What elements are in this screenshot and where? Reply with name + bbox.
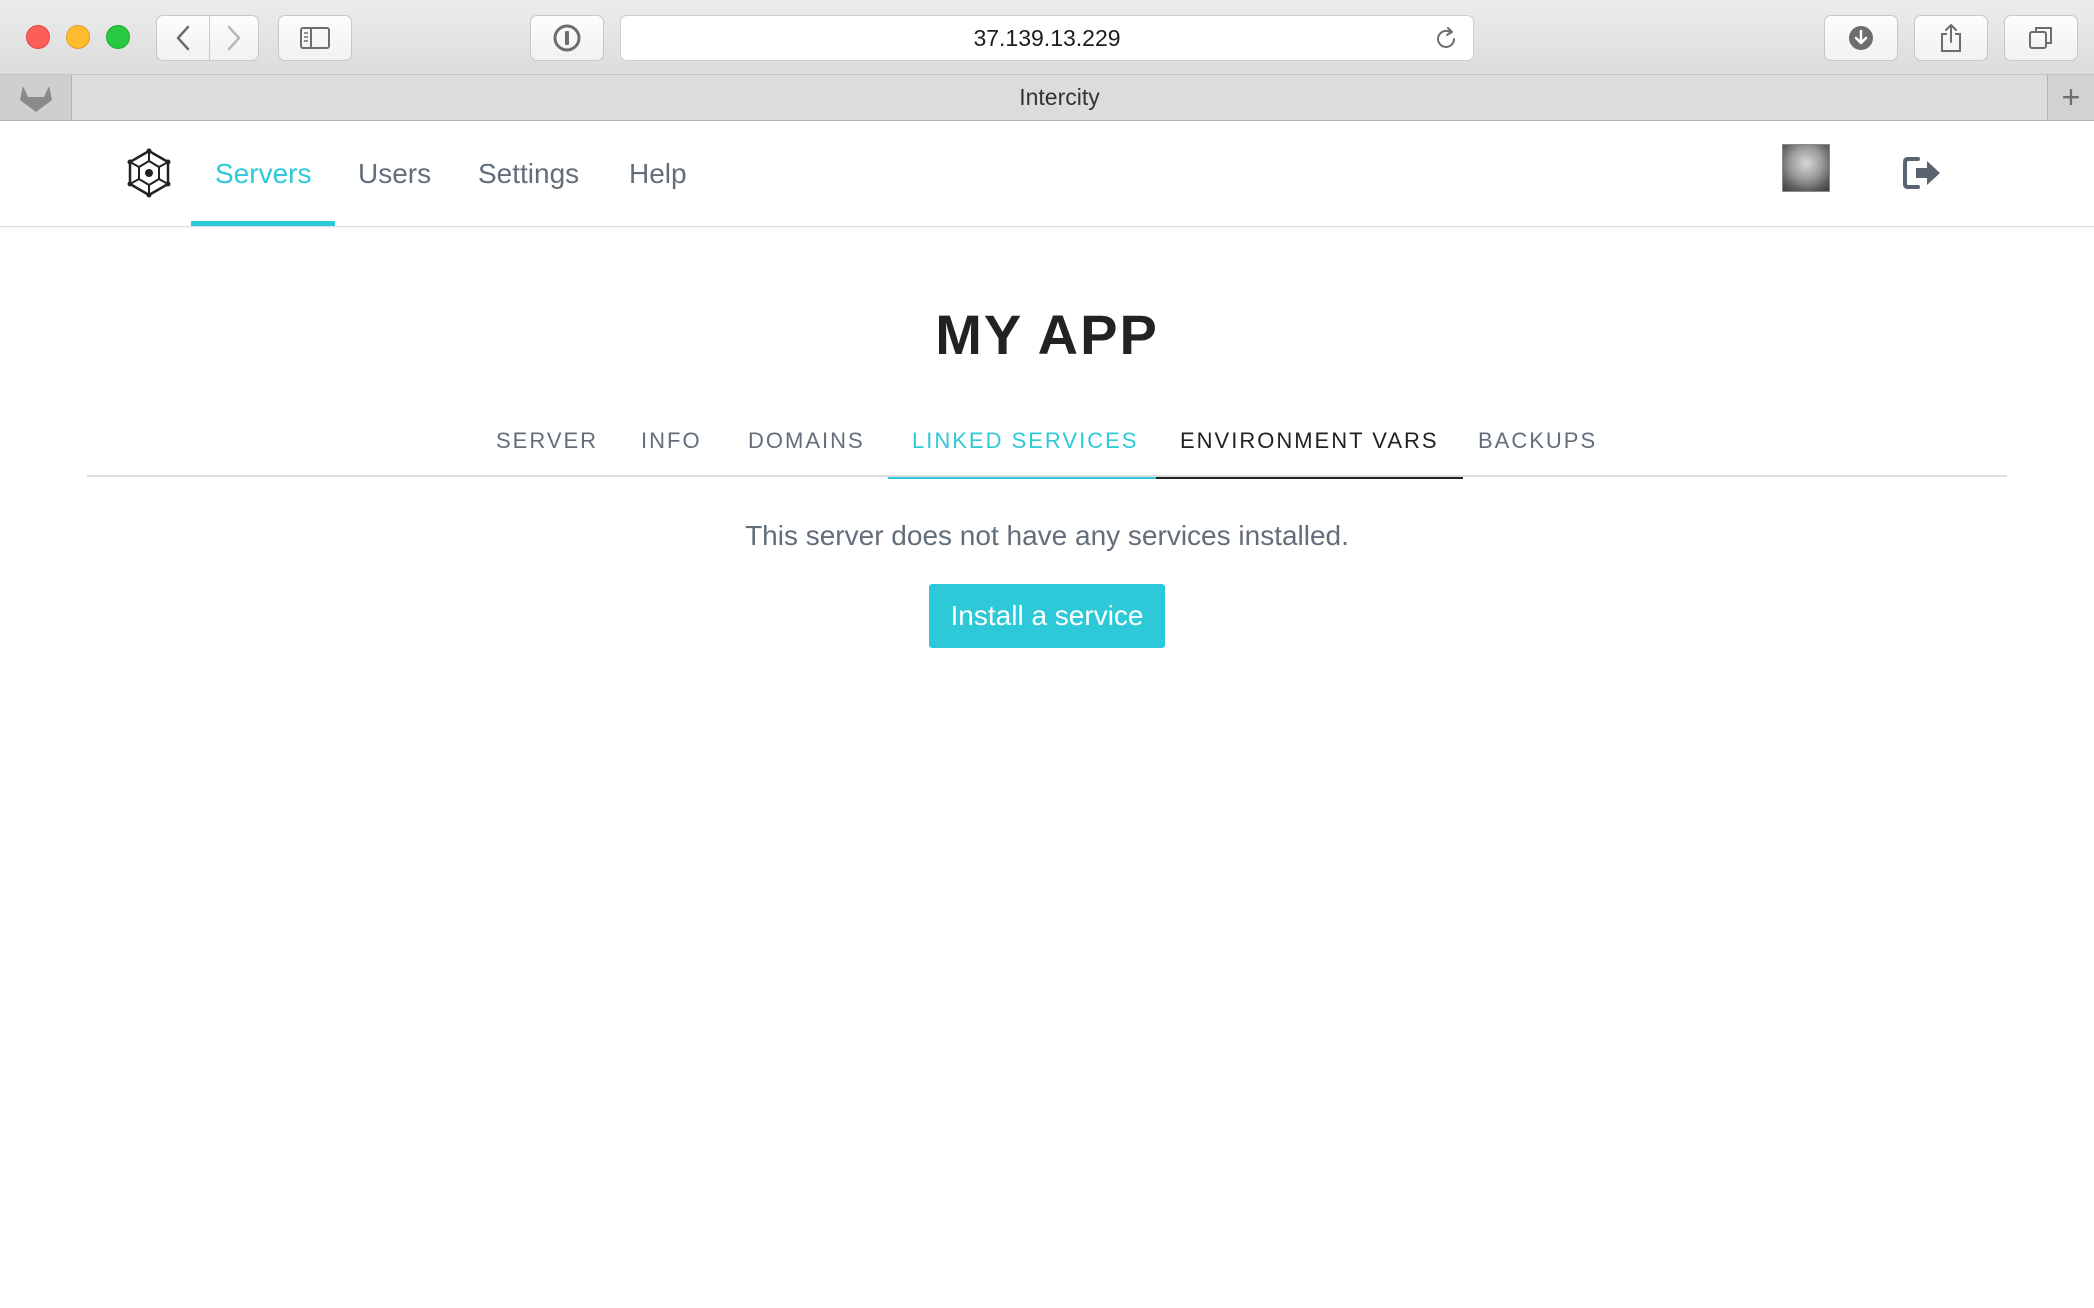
empty-state-message: This server does not have any services i… [745,520,1349,551]
install-service-button[interactable]: Install a service [929,584,1165,648]
minimize-window-button[interactable] [66,25,90,49]
app-subtabs: SERVER INFO DOMAINS LINKED SERVICES ENVI… [87,412,2007,479]
downloads-button[interactable] [1824,15,1898,61]
nav-users[interactable]: Users [334,121,455,226]
chevron-right-icon [227,25,241,51]
tab-linked-services[interactable]: LINKED SERVICES [888,412,1163,479]
tab-overview-button[interactable] [2004,15,2078,61]
tab-backups[interactable]: BACKUPS [1454,412,1621,477]
share-icon [1941,24,1961,52]
nav-settings[interactable]: Settings [454,121,603,226]
chevron-left-icon [176,25,190,51]
page-title: MY APP [935,303,1159,366]
pinned-tab[interactable] [0,75,72,120]
tab-info[interactable]: INFO [617,412,726,477]
url-text: 37.139.13.229 [973,24,1121,51]
close-window-button[interactable] [26,25,50,49]
hexagon-network-icon[interactable] [124,148,174,198]
nav-help[interactable]: Help [605,121,711,226]
active-browser-tab[interactable]: Intercity [72,75,2047,120]
gitlab-fox-icon [19,85,52,112]
tabs-overview-icon [2029,27,2052,49]
password-manager-button[interactable] [530,15,604,61]
browser-tabbar: Intercity + [0,75,2094,121]
tab-domains[interactable]: DOMAINS [724,412,889,477]
plus-icon: + [2061,79,2081,115]
new-tab-button[interactable]: + [2047,75,2094,120]
tab-title: Intercity [1019,84,1100,110]
password-manager-icon [553,24,581,52]
back-button[interactable] [156,15,210,61]
sidebar-toggle-button[interactable] [278,15,352,61]
forward-button[interactable] [209,15,259,61]
download-icon [1849,26,1873,50]
browser-titlebar: 37.139.13.229 [0,0,2094,75]
sign-out-icon[interactable] [1902,155,1942,191]
nav-servers[interactable]: Servers [191,121,336,226]
share-button[interactable] [1914,15,1988,61]
tab-server[interactable]: SERVER [472,412,622,477]
app-navbar: Servers Users Settings Help [0,121,2094,227]
address-bar[interactable]: 37.139.13.229 [620,15,1474,61]
reload-icon[interactable] [1433,26,1459,52]
maximize-window-button[interactable] [106,25,130,49]
sidebar-icon [300,27,330,49]
tab-environment-vars[interactable]: ENVIRONMENT VARS [1156,412,1463,479]
avatar[interactable] [1782,144,1830,192]
